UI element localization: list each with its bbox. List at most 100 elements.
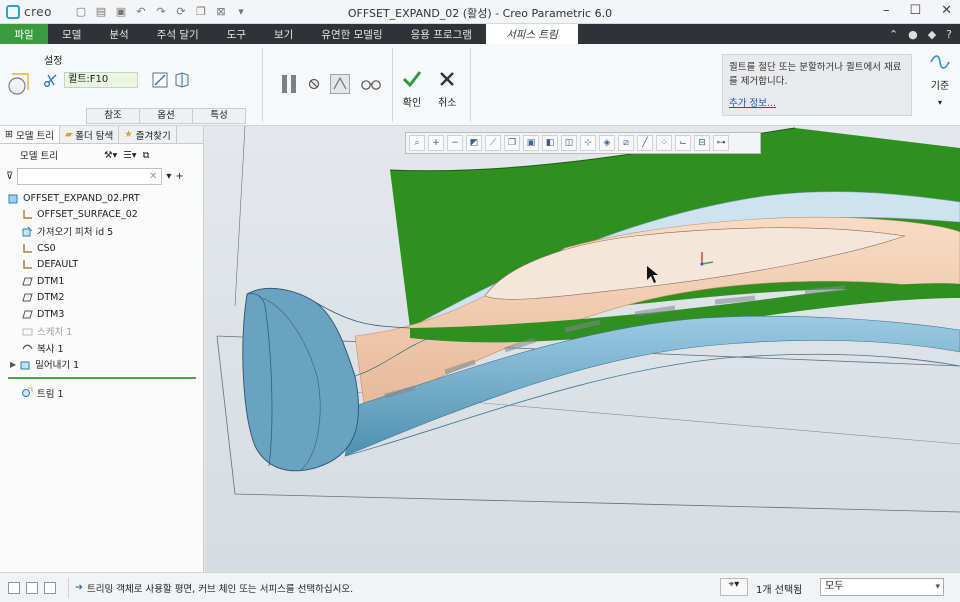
tab-flexible-modeling[interactable]: 유연한 모델링 bbox=[307, 24, 396, 44]
tree-filter-icon[interactable]: ⧉ bbox=[143, 150, 150, 161]
tree-item-root[interactable]: OFFSET_EXPAND_02.PRT bbox=[0, 190, 203, 207]
regenerate-icon[interactable]: ⟳ bbox=[174, 5, 188, 19]
refit-icon[interactable]: ⌕ bbox=[409, 135, 425, 151]
tree-item-label: 트림 1 bbox=[37, 388, 64, 400]
model-tree-toolbar: 모델 트리 ⚒▾ ☰▾ ⧉ bbox=[0, 144, 203, 166]
maximize-icon[interactable]: ☐ bbox=[909, 3, 921, 18]
expand-arrow-icon[interactable]: ▶ bbox=[10, 360, 16, 369]
view-manager-icon[interactable]: ▣ bbox=[523, 135, 539, 151]
model-geometry[interactable] bbox=[205, 126, 960, 572]
trim-object-icon[interactable] bbox=[152, 72, 168, 88]
binoculars-icon: ⌖▾ bbox=[728, 579, 740, 590]
tab-favorites[interactable]: ★ 즐겨찾기 bbox=[119, 126, 177, 143]
browser-toggle-icon[interactable] bbox=[26, 581, 38, 594]
open-file-icon[interactable]: ▤ bbox=[94, 5, 108, 19]
status-message: 트리밍 객체로 사용할 평면, 커브 체인 또는 서피스를 선택하십시오. bbox=[86, 583, 354, 595]
tab-model[interactable]: 모델 bbox=[48, 24, 95, 44]
windows-icon[interactable]: ❐ bbox=[194, 5, 208, 19]
customize-chevron-icon[interactable]: ▾ bbox=[234, 5, 248, 19]
tree-item-active[interactable]: 트림 1 bbox=[0, 385, 203, 402]
csys-icon bbox=[23, 243, 32, 253]
tab-applications[interactable]: 응용 프로그램 bbox=[397, 24, 486, 44]
saved-orientations-icon[interactable]: ❒ bbox=[504, 135, 520, 151]
csys-display-icon[interactable]: ⌙ bbox=[675, 135, 691, 151]
grid-toggle-icon[interactable] bbox=[8, 581, 20, 594]
subtab-references[interactable]: 참조 bbox=[86, 108, 140, 124]
subtab-options[interactable]: 옵션 bbox=[139, 108, 193, 124]
cancel-button[interactable]: 취소 bbox=[438, 70, 456, 109]
undo-icon[interactable]: ↶ bbox=[134, 5, 148, 19]
tree-item[interactable]: CS0 bbox=[0, 240, 203, 257]
tree-item[interactable]: 스케치 1 bbox=[0, 323, 203, 340]
tab-surface-trim[interactable]: 서피스 트림 bbox=[485, 24, 578, 44]
tab-view[interactable]: 보기 bbox=[260, 24, 307, 44]
selection-filter-dropdown[interactable]: 모두 ▾ bbox=[820, 578, 944, 596]
zoom-out-icon[interactable]: − bbox=[447, 135, 463, 151]
repaint-icon[interactable]: ◩ bbox=[466, 135, 482, 151]
tab-tools[interactable]: 도구 bbox=[213, 24, 260, 44]
search-dropdown-icon[interactable]: ▾ bbox=[166, 171, 171, 182]
datum-chevron-icon: ▾ bbox=[937, 98, 942, 107]
add-filter-icon[interactable]: + bbox=[175, 171, 183, 182]
point-display-icon[interactable]: ⁘ bbox=[656, 135, 672, 151]
tree-item[interactable]: DTM3 bbox=[0, 306, 203, 323]
ribbon-tabs: 파일 모델 분석 주석 달기 도구 보기 유연한 모델링 응용 프로그램 서피스… bbox=[0, 24, 960, 44]
tree-item-label: 밀어내기 1 bbox=[35, 360, 80, 372]
tab-folder-browser[interactable]: ▰ 폴더 탐색 bbox=[60, 126, 120, 143]
tree-item[interactable]: DTM1 bbox=[0, 273, 203, 290]
tree-item[interactable]: DEFAULT bbox=[0, 256, 203, 273]
perspective-icon[interactable]: ◫ bbox=[561, 135, 577, 151]
close-window-icon[interactable]: ⊠ bbox=[214, 5, 228, 19]
tree-item[interactable]: 복사 1 bbox=[0, 339, 203, 356]
trim-settings-row: 퀼트:F10 bbox=[44, 72, 190, 88]
spin-center-icon[interactable]: ⊹ bbox=[580, 135, 596, 151]
user-icon[interactable]: ● bbox=[908, 28, 918, 41]
tree-item[interactable]: OFFSET_SURFACE_02 bbox=[0, 207, 203, 224]
datum-display-filters-icon[interactable]: ⊶ bbox=[713, 135, 729, 151]
ribbon-panel: 설정 퀼트:F10 참조 옵션 특성 확인 취소 퀼트를 절단 또는 분할하거나… bbox=[0, 44, 960, 126]
minimize-icon[interactable]: – bbox=[883, 3, 890, 18]
close-icon[interactable]: ✕ bbox=[941, 3, 952, 18]
pause-icon[interactable] bbox=[280, 75, 298, 93]
no-preview-icon[interactable] bbox=[308, 78, 320, 90]
fullscreen-icon[interactable] bbox=[44, 581, 56, 594]
tree-search-input[interactable]: ✕ bbox=[17, 167, 163, 185]
flip-direction-icon[interactable] bbox=[174, 72, 190, 88]
tab-analysis[interactable]: 분석 bbox=[95, 24, 142, 44]
tree-item[interactable]: DTM2 bbox=[0, 290, 203, 307]
display-style-icon[interactable]: ◧ bbox=[542, 135, 558, 151]
preview-geometry-icon[interactable] bbox=[330, 74, 350, 94]
tree-settings-icon[interactable]: ⚒▾ bbox=[104, 150, 117, 161]
layers-icon[interactable]: ◆ bbox=[928, 28, 936, 41]
tree-item[interactable]: ▶ 밀어내기 1 bbox=[0, 356, 203, 373]
datum-plane-icon bbox=[22, 277, 33, 286]
new-file-icon[interactable]: ▢ bbox=[74, 5, 88, 19]
clear-search-icon[interactable]: ✕ bbox=[149, 171, 157, 182]
find-button[interactable]: ⌖▾ bbox=[720, 578, 748, 596]
save-icon[interactable]: ▣ bbox=[114, 5, 128, 19]
help-tooltip-box: 퀼트를 절단 또는 분할하거나 퀼트에서 재료를 제거합니다. 추가 정보... bbox=[722, 54, 912, 116]
more-info-link[interactable]: 추가 정보... bbox=[729, 97, 776, 111]
tab-folder-label: 폴더 탐색 bbox=[75, 130, 114, 142]
pause-group bbox=[280, 74, 382, 94]
plane-display-icon[interactable]: ⧄ bbox=[618, 135, 634, 151]
ok-button[interactable]: 확인 bbox=[402, 70, 422, 109]
view-normal-icon[interactable]: ⟋ bbox=[485, 135, 501, 151]
zoom-in-icon[interactable]: + bbox=[428, 135, 444, 151]
graphics-viewport[interactable]: ⌕ + − ◩ ⟋ ❒ ▣ ◧ ◫ ⊹ ◈ ⧄ ╱ ⁘ ⌙ ⊟ ⊶ bbox=[205, 126, 960, 572]
tab-annotate[interactable]: 주석 달기 bbox=[143, 24, 213, 44]
datum-group[interactable]: 기준 ▾ bbox=[928, 52, 952, 107]
tag-display-icon[interactable]: ⊟ bbox=[694, 135, 710, 151]
axis-display-icon[interactable]: ╱ bbox=[637, 135, 653, 151]
trimmed-quilt-field[interactable]: 퀼트:F10 bbox=[64, 72, 138, 88]
redo-icon[interactable]: ↷ bbox=[154, 5, 168, 19]
help-icon[interactable]: ? bbox=[946, 28, 952, 41]
tab-file[interactable]: 파일 bbox=[0, 24, 48, 44]
minimize-ribbon-icon[interactable]: ⌃ bbox=[889, 28, 898, 41]
subtab-properties[interactable]: 특성 bbox=[192, 108, 246, 124]
tree-item[interactable]: 가져오기 피처 id 5 bbox=[0, 223, 203, 240]
verify-glasses-icon[interactable] bbox=[360, 77, 382, 91]
annotation-display-icon[interactable]: ◈ bbox=[599, 135, 615, 151]
tree-columns-icon[interactable]: ☰▾ bbox=[123, 150, 136, 161]
tab-model-tree[interactable]: ⊞ 모델 트리 bbox=[0, 126, 60, 143]
